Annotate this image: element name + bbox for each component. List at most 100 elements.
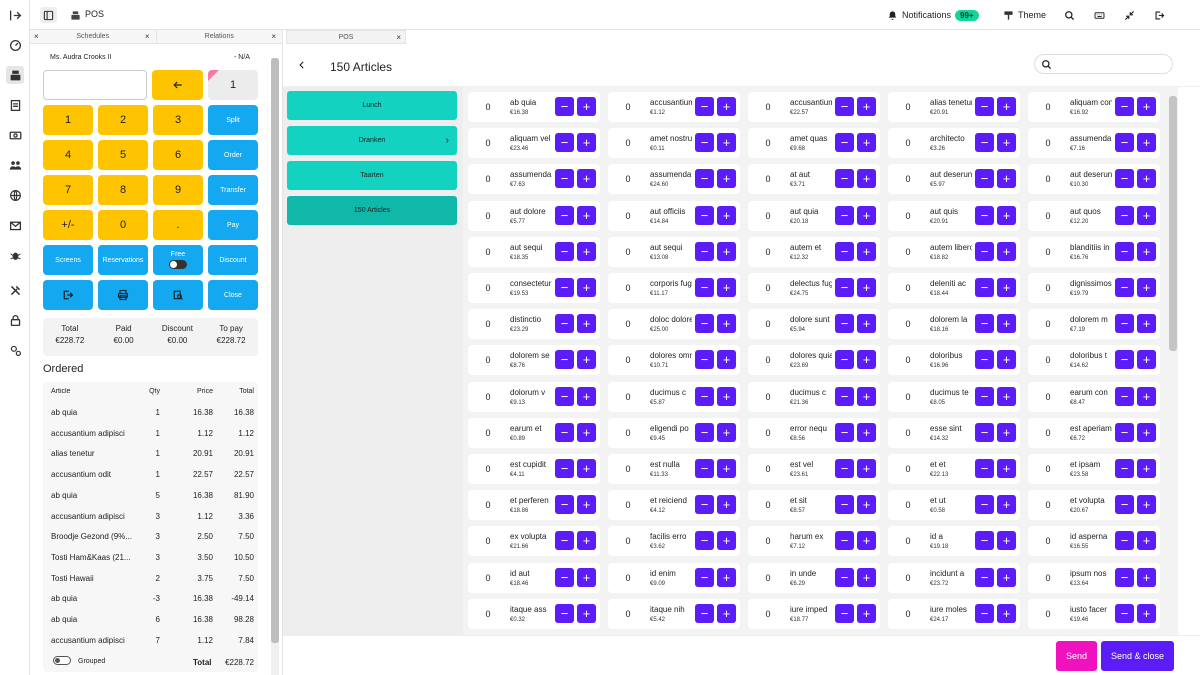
article-card[interactable]: 0 et et €22.13 − +: [888, 454, 1020, 484]
increase-button[interactable]: +: [577, 314, 596, 334]
increase-button[interactable]: +: [857, 350, 876, 370]
article-card[interactable]: 0 incidunt a €23.72 − +: [888, 562, 1020, 593]
article-card[interactable]: 0 et ut €0.58 − +: [888, 490, 1020, 521]
article-card[interactable]: 0 et volupta €20.67 − +: [1028, 490, 1160, 521]
article-card[interactable]: 0 est nulla €11.33 − +: [608, 454, 740, 484]
increase-button[interactable]: +: [997, 603, 1016, 623]
decrease-button[interactable]: −: [695, 278, 714, 297]
decrease-button[interactable]: −: [975, 133, 994, 153]
reservations-button[interactable]: Reservations: [98, 245, 148, 275]
decrease-button[interactable]: −: [555, 205, 574, 225]
decrease-button[interactable]: −: [835, 133, 854, 153]
article-qty-input[interactable]: 0: [612, 313, 644, 336]
decrease-button[interactable]: −: [1115, 459, 1134, 478]
increase-button[interactable]: +: [1137, 169, 1156, 189]
category-dranken[interactable]: Dranken ›: [287, 126, 457, 155]
increase-button[interactable]: +: [997, 459, 1016, 478]
decrease-button[interactable]: −: [835, 205, 854, 225]
article-card[interactable]: 0 in unde €6.29 − +: [748, 562, 880, 593]
left-scrollbar[interactable]: [271, 58, 279, 675]
increase-button[interactable]: +: [577, 241, 596, 261]
increase-button[interactable]: +: [857, 314, 876, 334]
order-button[interactable]: Order: [208, 140, 258, 170]
article-qty-input[interactable]: 0: [892, 204, 924, 227]
ordered-row[interactable]: accusantium adipisci 3 1.12 3.36: [43, 506, 258, 526]
increase-button[interactable]: +: [997, 531, 1016, 551]
increase-button[interactable]: +: [717, 603, 736, 623]
article-card[interactable]: 0 et sit €8.57 − +: [748, 490, 880, 521]
decrease-button[interactable]: −: [975, 350, 994, 370]
article-qty-input[interactable]: 0: [612, 530, 644, 553]
article-qty-input[interactable]: 0: [1032, 494, 1064, 517]
increase-button[interactable]: +: [577, 531, 596, 551]
increase-button[interactable]: +: [717, 459, 736, 478]
decrease-button[interactable]: −: [555, 314, 574, 334]
increase-button[interactable]: +: [997, 386, 1016, 406]
decrease-button[interactable]: −: [555, 422, 574, 442]
increase-button[interactable]: +: [997, 241, 1016, 261]
increase-button[interactable]: +: [577, 603, 596, 623]
grouped-toggle[interactable]: [53, 656, 71, 665]
article-card[interactable]: 0 aut dolore €5.77 − +: [468, 200, 600, 231]
article-qty-input[interactable]: 0: [752, 530, 784, 553]
article-qty-input[interactable]: 0: [472, 602, 504, 625]
increase-button[interactable]: +: [717, 386, 736, 406]
decrease-button[interactable]: −: [695, 241, 714, 261]
article-card[interactable]: 0 ducimus c €5.87 − +: [608, 381, 740, 412]
article-qty-input[interactable]: 0: [1032, 566, 1064, 589]
decrease-button[interactable]: −: [975, 422, 994, 442]
globe-icon[interactable]: [6, 186, 24, 204]
article-card[interactable]: 0 et perferen €18.86 − +: [468, 490, 600, 521]
article-qty-input[interactable]: 0: [1032, 458, 1064, 480]
increase-button[interactable]: +: [997, 133, 1016, 153]
article-card[interactable]: 0 dignissimos €19.79 − +: [1028, 273, 1160, 303]
increase-button[interactable]: +: [717, 531, 736, 551]
decrease-button[interactable]: −: [975, 205, 994, 225]
close-button[interactable]: Close: [208, 280, 258, 310]
increase-button[interactable]: +: [717, 97, 736, 116]
article-card[interactable]: 0 dolores omnis €10.71 −+: [608, 345, 740, 376]
article-qty-input[interactable]: 0: [1032, 421, 1064, 444]
sidebar-toggle-icon[interactable]: [40, 7, 57, 23]
increase-button[interactable]: +: [717, 241, 736, 261]
decrease-button[interactable]: −: [555, 169, 574, 189]
article-qty-input[interactable]: 0: [1032, 132, 1064, 155]
increase-button[interactable]: +: [1137, 603, 1156, 623]
article-qty-input[interactable]: 0: [892, 385, 924, 408]
decrease-button[interactable]: −: [555, 241, 574, 261]
article-qty-input[interactable]: 0: [752, 349, 784, 372]
ordered-row[interactable]: ab quia 6 16.38 98.28: [43, 609, 258, 629]
article-card[interactable]: 0 amet nostrum €0.11 −+: [608, 128, 740, 159]
increase-button[interactable]: +: [997, 169, 1016, 189]
article-qty-input[interactable]: 0: [1032, 96, 1064, 118]
decrease-button[interactable]: −: [695, 350, 714, 370]
article-card[interactable]: 0 aut deserunt €10.30 − +: [1028, 164, 1160, 195]
ordered-row[interactable]: accusantium odit 1 22.57 22.57: [43, 464, 258, 484]
article-card[interactable]: 0 est cupidit €4.11 − +: [468, 454, 600, 484]
ordered-row[interactable]: alias tenetur 1 20.91 20.91: [43, 443, 258, 463]
decrease-button[interactable]: −: [1115, 133, 1134, 153]
decrease-button[interactable]: −: [555, 495, 574, 515]
article-card[interactable]: 0 id a €19.18 − +: [888, 526, 1020, 557]
article-qty-input[interactable]: 0: [472, 204, 504, 227]
article-qty-input[interactable]: 0: [892, 349, 924, 372]
increase-button[interactable]: +: [717, 314, 736, 334]
decrease-button[interactable]: −: [555, 97, 574, 116]
article-card[interactable]: 0 id enim €9.09 − +: [608, 562, 740, 593]
article-card[interactable]: 0 dolorem m €7.19 − +: [1028, 309, 1160, 340]
increase-button[interactable]: +: [577, 422, 596, 442]
free-toggle-button[interactable]: Free: [153, 245, 203, 275]
article-qty-input[interactable]: 0: [1032, 530, 1064, 553]
increase-button[interactable]: +: [717, 205, 736, 225]
article-card[interactable]: 0 assumenda €24.60 − +: [608, 164, 740, 195]
article-card[interactable]: 0 error nequ €8.56 − +: [748, 417, 880, 448]
article-qty-input[interactable]: 0: [612, 132, 644, 155]
increase-button[interactable]: +: [857, 386, 876, 406]
tab-schedules[interactable]: × Schedules ×: [30, 30, 157, 43]
article-card[interactable]: 0 earum et €0.89 − +: [468, 417, 600, 448]
key-9[interactable]: 9: [153, 175, 203, 205]
increase-button[interactable]: +: [857, 531, 876, 551]
increase-button[interactable]: +: [857, 495, 876, 515]
key-0[interactable]: 0: [98, 210, 148, 240]
article-card[interactable]: 0 amet quas €9.68 − +: [748, 128, 880, 159]
